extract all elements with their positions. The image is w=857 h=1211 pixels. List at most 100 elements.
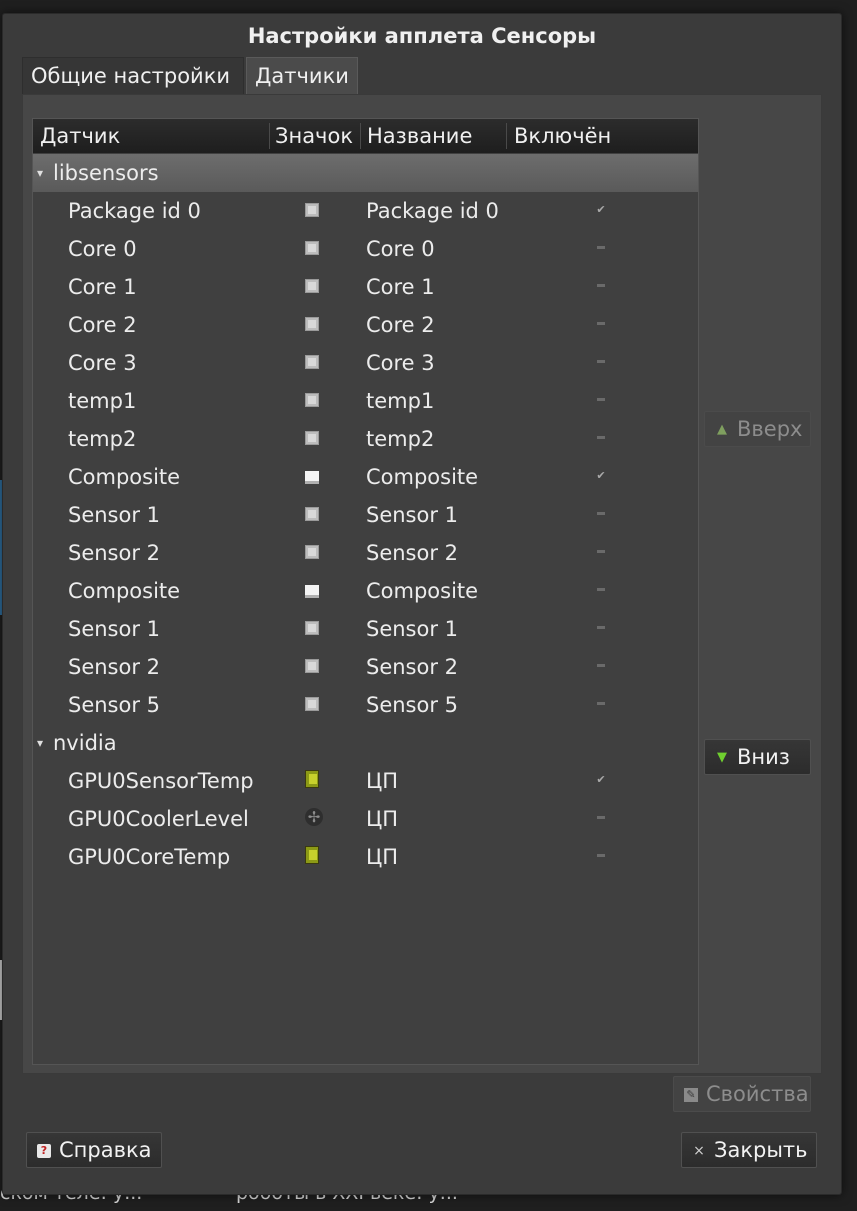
enabled-checkbox[interactable] — [595, 356, 607, 368]
table-row[interactable]: temp1 temp1 — [33, 382, 698, 420]
table-row[interactable]: Sensor 5 Sensor 5 — [33, 686, 698, 724]
table-row[interactable]: Core 3 Core 3 — [33, 344, 698, 382]
name-cell[interactable]: Composite — [366, 458, 478, 496]
name-cell[interactable]: ЦП — [366, 838, 398, 876]
close-label: Закрыть — [714, 1138, 808, 1162]
cpu-chip-icon[interactable] — [305, 431, 319, 445]
table-row[interactable]: Composite Composite ✔ — [33, 458, 698, 496]
sensor-cell: temp1 — [68, 389, 137, 413]
fan-icon[interactable]: ✢ — [305, 808, 323, 826]
name-cell[interactable]: Core 2 — [366, 306, 435, 344]
name-cell[interactable]: Sensor 2 — [366, 534, 458, 572]
tree-group-label: libsensors — [53, 161, 159, 185]
cpu-chip-icon[interactable] — [305, 317, 319, 331]
gpu-card-icon[interactable] — [305, 770, 319, 788]
table-row[interactable]: Core 2 Core 2 — [33, 306, 698, 344]
sensor-cell: Sensor 5 — [68, 693, 161, 717]
cpu-chip-icon[interactable] — [305, 279, 319, 293]
table-row[interactable]: Sensor 2 Sensor 2 — [33, 534, 698, 572]
table-row[interactable]: GPU0CoolerLevel ✢ ЦП — [33, 800, 698, 838]
table-row[interactable]: temp2 temp2 — [33, 420, 698, 458]
name-cell[interactable]: ЦП — [366, 800, 398, 838]
enabled-checkbox[interactable] — [595, 546, 607, 558]
name-cell[interactable]: temp1 — [366, 382, 434, 420]
table-row[interactable]: Core 1 Core 1 — [33, 268, 698, 306]
cpu-chip-icon[interactable] — [305, 355, 319, 369]
enabled-checkbox[interactable] — [595, 508, 607, 520]
cpu-chip-icon[interactable] — [305, 545, 319, 559]
cpu-chip-icon[interactable] — [305, 507, 319, 521]
expander-arrow-icon[interactable]: ▾ — [37, 724, 43, 762]
enabled-checkbox[interactable] — [595, 660, 607, 672]
expander-arrow-icon[interactable]: ▾ — [37, 154, 43, 192]
sensor-cell: Sensor 2 — [68, 655, 161, 679]
sensor-cell: Core 0 — [68, 237, 137, 261]
name-cell[interactable]: Composite — [366, 572, 478, 610]
column-separator — [360, 123, 361, 149]
sensor-cell: Core 2 — [68, 313, 137, 337]
tab-general-settings[interactable]: Общие настройки — [22, 57, 244, 94]
properties-button[interactable]: ✎ Свойства — [673, 1076, 811, 1112]
name-cell[interactable]: Sensor 1 — [366, 496, 458, 534]
name-cell[interactable]: Package id 0 — [366, 192, 499, 230]
table-row[interactable]: Core 0 Core 0 — [33, 230, 698, 268]
name-cell[interactable]: Core 0 — [366, 230, 435, 268]
properties-icon: ✎ — [684, 1088, 698, 1102]
sensor-cell: temp2 — [68, 427, 137, 451]
tab-sensors[interactable]: Датчики — [246, 57, 358, 94]
table-row[interactable]: Sensor 1 Sensor 1 — [33, 610, 698, 648]
enabled-checkbox[interactable] — [595, 622, 607, 634]
name-cell[interactable]: Sensor 2 — [366, 648, 458, 686]
tree-group-libsensors[interactable]: ▾ libsensors — [33, 154, 698, 192]
tree-group-nvidia[interactable]: ▾ nvidia — [33, 724, 698, 762]
cpu-chip-icon[interactable] — [305, 203, 319, 217]
help-button[interactable]: ? Справка — [26, 1132, 162, 1168]
table-row[interactable]: Sensor 1 Sensor 1 — [33, 496, 698, 534]
cpu-chip-icon[interactable] — [305, 697, 319, 711]
properties-label: Свойства — [706, 1082, 809, 1106]
name-cell[interactable]: Sensor 1 — [366, 610, 458, 648]
enabled-checkbox[interactable] — [595, 584, 607, 596]
move-down-button[interactable]: ▼ Вниз — [704, 739, 811, 775]
table-row[interactable]: GPU0CoreTemp ЦП — [33, 838, 698, 876]
cpu-chip-icon[interactable] — [305, 241, 319, 255]
enabled-checkbox[interactable]: ✔ — [595, 204, 607, 216]
close-button[interactable]: × Закрыть — [681, 1132, 817, 1168]
enabled-checkbox[interactable]: ✔ — [595, 774, 607, 786]
enabled-checkbox[interactable] — [595, 394, 607, 406]
name-cell[interactable]: ЦП — [366, 762, 398, 800]
column-header-icon[interactable]: Значок — [275, 119, 353, 153]
table-row[interactable]: Package id 0 Package id 0 ✔ — [33, 192, 698, 230]
hard-disk-icon[interactable] — [305, 583, 319, 598]
column-header-enabled[interactable]: Включён — [514, 119, 611, 153]
sensors-tree[interactable]: Датчик Значок Название Включён ▾ libsenso… — [32, 118, 699, 1065]
gpu-card-icon[interactable] — [305, 846, 319, 864]
enabled-checkbox[interactable] — [595, 698, 607, 710]
move-up-button[interactable]: ▲ Вверх — [704, 411, 811, 447]
name-cell[interactable]: Sensor 5 — [366, 686, 458, 724]
cpu-chip-icon[interactable] — [305, 621, 319, 635]
table-row[interactable]: Composite Composite — [33, 572, 698, 610]
column-header-sensor[interactable]: Датчик — [40, 119, 120, 153]
enabled-checkbox[interactable] — [595, 242, 607, 254]
table-row[interactable]: Sensor 2 Sensor 2 — [33, 648, 698, 686]
cpu-chip-icon[interactable] — [305, 393, 319, 407]
table-row[interactable]: GPU0SensorTemp ЦП ✔ — [33, 762, 698, 800]
cpu-chip-icon[interactable] — [305, 659, 319, 673]
enabled-checkbox[interactable] — [595, 432, 607, 444]
enabled-checkbox[interactable]: ✔ — [595, 470, 607, 482]
move-down-label: Вниз — [737, 745, 790, 769]
name-cell[interactable]: Core 1 — [366, 268, 435, 306]
enabled-checkbox[interactable] — [595, 280, 607, 292]
sensor-cell: Composite — [68, 579, 181, 603]
name-cell[interactable]: temp2 — [366, 420, 434, 458]
column-header-name[interactable]: Название — [367, 119, 472, 153]
window-title: Настройки апплета Сенсоры — [247, 24, 597, 48]
column-separator — [506, 123, 507, 149]
sensor-cell: Package id 0 — [68, 199, 201, 223]
name-cell[interactable]: Core 3 — [366, 344, 435, 382]
enabled-checkbox[interactable] — [595, 850, 607, 862]
enabled-checkbox[interactable] — [595, 318, 607, 330]
enabled-checkbox[interactable] — [595, 812, 607, 824]
hard-disk-icon[interactable] — [305, 469, 319, 484]
